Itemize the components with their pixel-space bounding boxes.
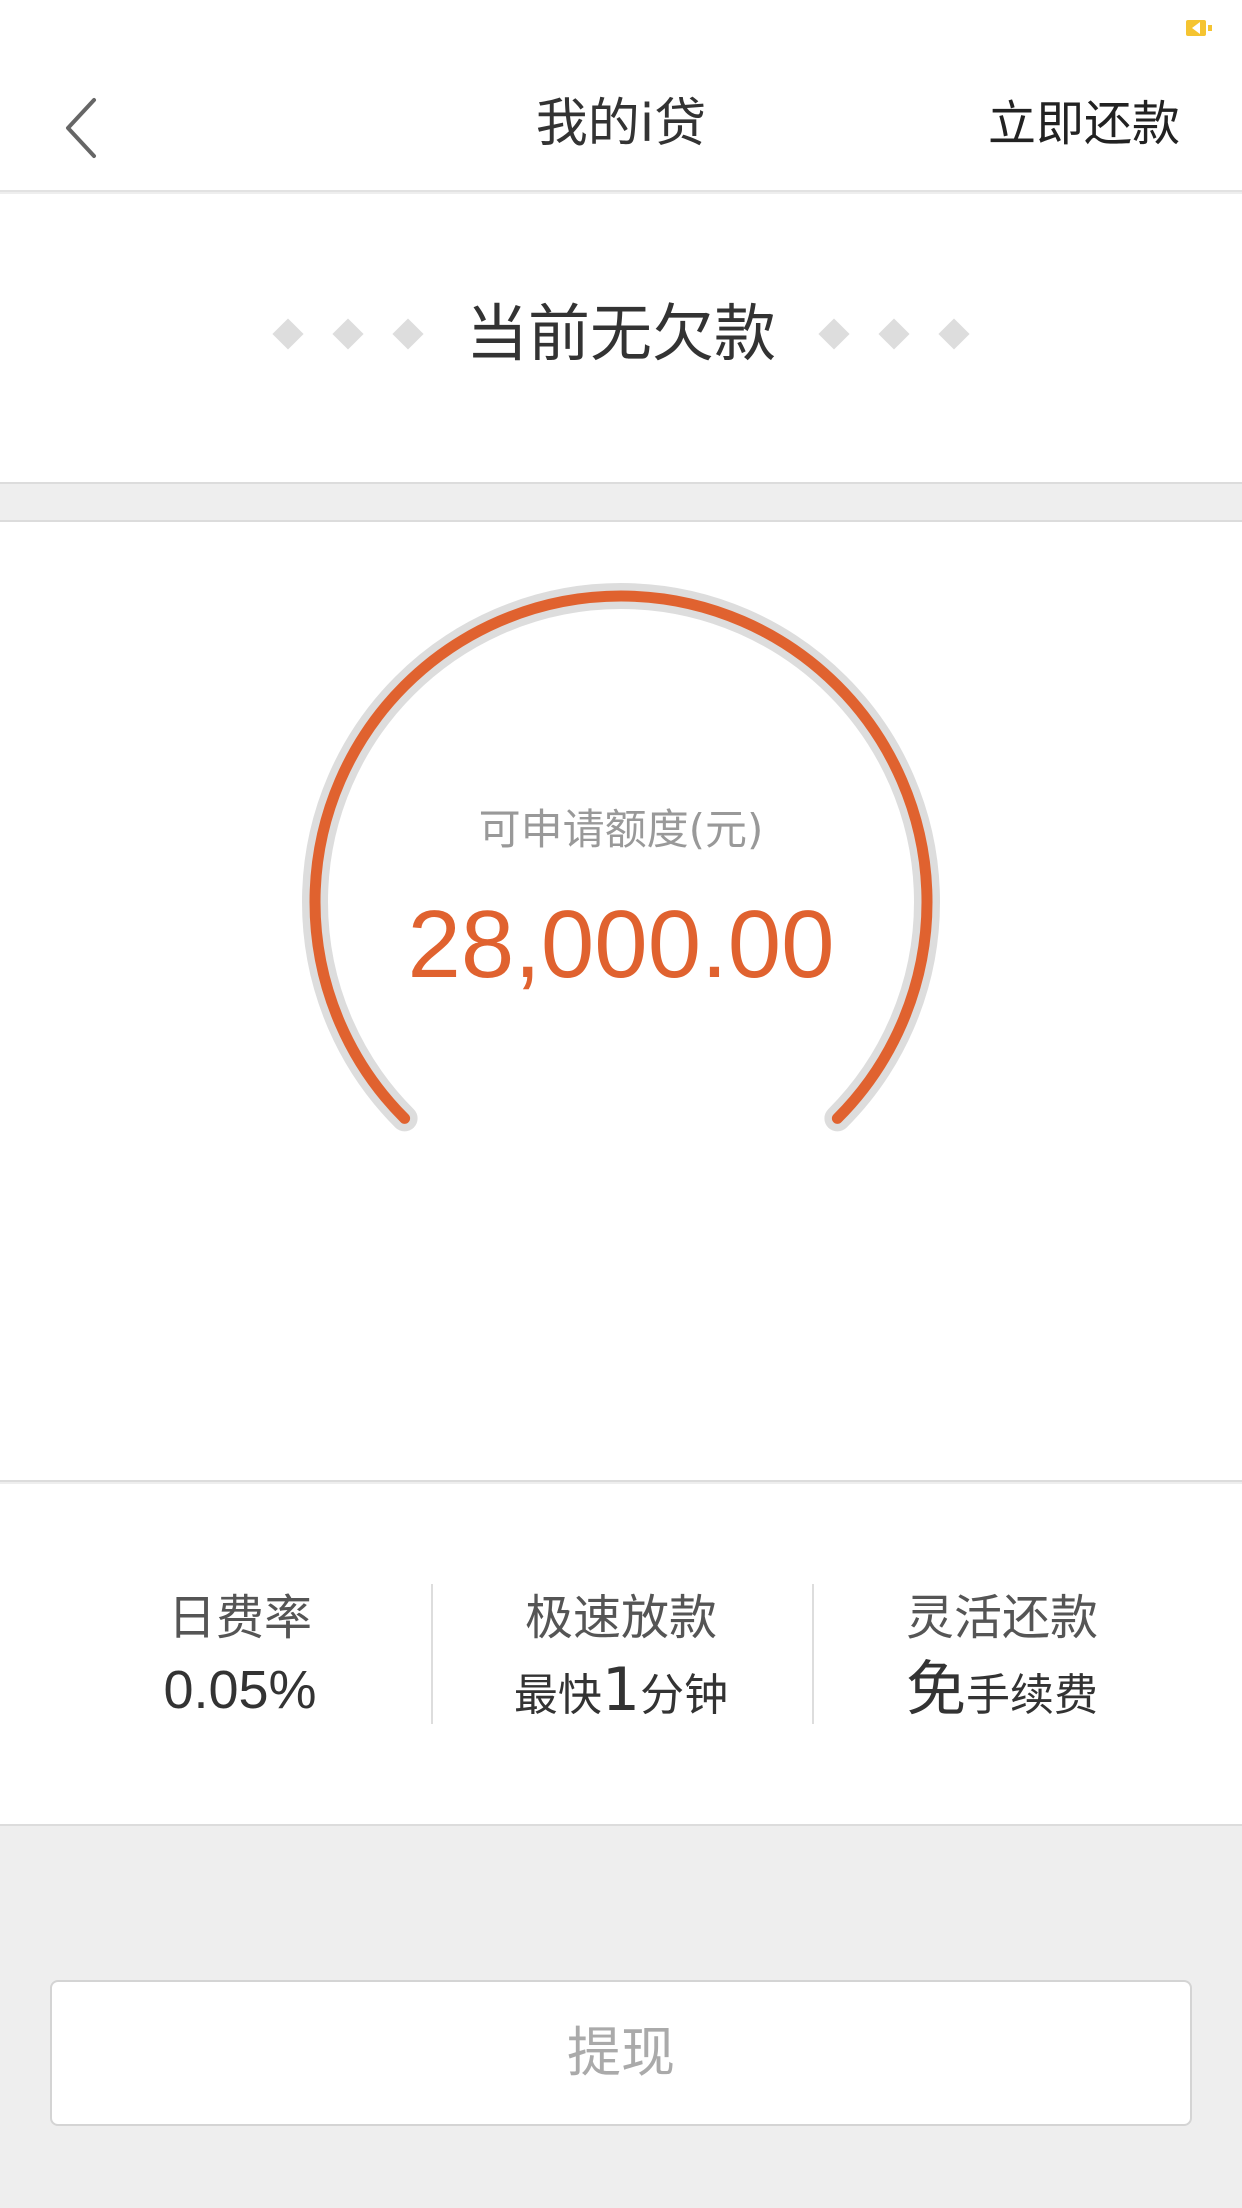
withdraw-button[interactable]: 提现 <box>50 1980 1192 2126</box>
feature-title: 日费率 <box>167 1590 312 1646</box>
feature-daily-rate: 日费率 0.05% <box>90 1586 390 1722</box>
battery-icon <box>1186 20 1212 36</box>
back-button[interactable] <box>50 86 130 166</box>
divider <box>431 1584 433 1724</box>
divider <box>812 1584 814 1724</box>
left-diamond-ornament <box>258 318 438 350</box>
fast-loan-detail: 最快1分钟 <box>471 1658 771 1728</box>
debt-status-text: 当前无欠款 <box>465 297 776 370</box>
credit-quota-panel: 可申请额度(元) 28,000.00 <box>0 520 1242 1482</box>
diamond-icon <box>878 318 910 350</box>
nav-bar: 我的i贷 立即还款 <box>0 56 1242 192</box>
feature-title: 极速放款 <box>524 1590 717 1646</box>
flexible-repay-prefix: 免 <box>906 1655 966 1725</box>
feature-flexible-repay: 灵活还款 免手续费 <box>852 1586 1152 1728</box>
fast-loan-prefix: 最快 <box>513 1670 602 1721</box>
diamond-icon <box>818 318 850 350</box>
repay-now-button[interactable]: 立即还款 <box>988 92 1180 156</box>
feature-fast-loan: 极速放款 最快1分钟 <box>471 1586 771 1728</box>
feature-strip: 日费率 0.05% 极速放款 最快1分钟 灵活还款 免手续费 <box>0 1484 1242 1826</box>
flexible-repay-suffix: 手续费 <box>966 1670 1098 1721</box>
daily-rate-value: 0.05% <box>163 1660 317 1720</box>
diamond-icon <box>272 318 304 350</box>
chevron-left-icon <box>66 98 96 158</box>
right-diamond-ornament <box>804 318 984 350</box>
diamond-icon <box>938 318 970 350</box>
debt-status-panel: 当前无欠款 <box>0 194 1242 484</box>
quota-amount: 28,000.00 <box>407 891 835 998</box>
fast-loan-suffix: 分钟 <box>640 1670 729 1721</box>
quota-label: 可申请额度(元) <box>478 805 764 854</box>
diamond-icon <box>392 318 424 350</box>
feature-title: 灵活还款 <box>905 1590 1098 1646</box>
status-bar <box>0 0 1242 56</box>
flexible-repay-detail: 免手续费 <box>852 1658 1152 1728</box>
fast-loan-number: 1 <box>601 1655 641 1725</box>
diamond-icon <box>332 318 364 350</box>
quota-gauge <box>302 583 940 1132</box>
